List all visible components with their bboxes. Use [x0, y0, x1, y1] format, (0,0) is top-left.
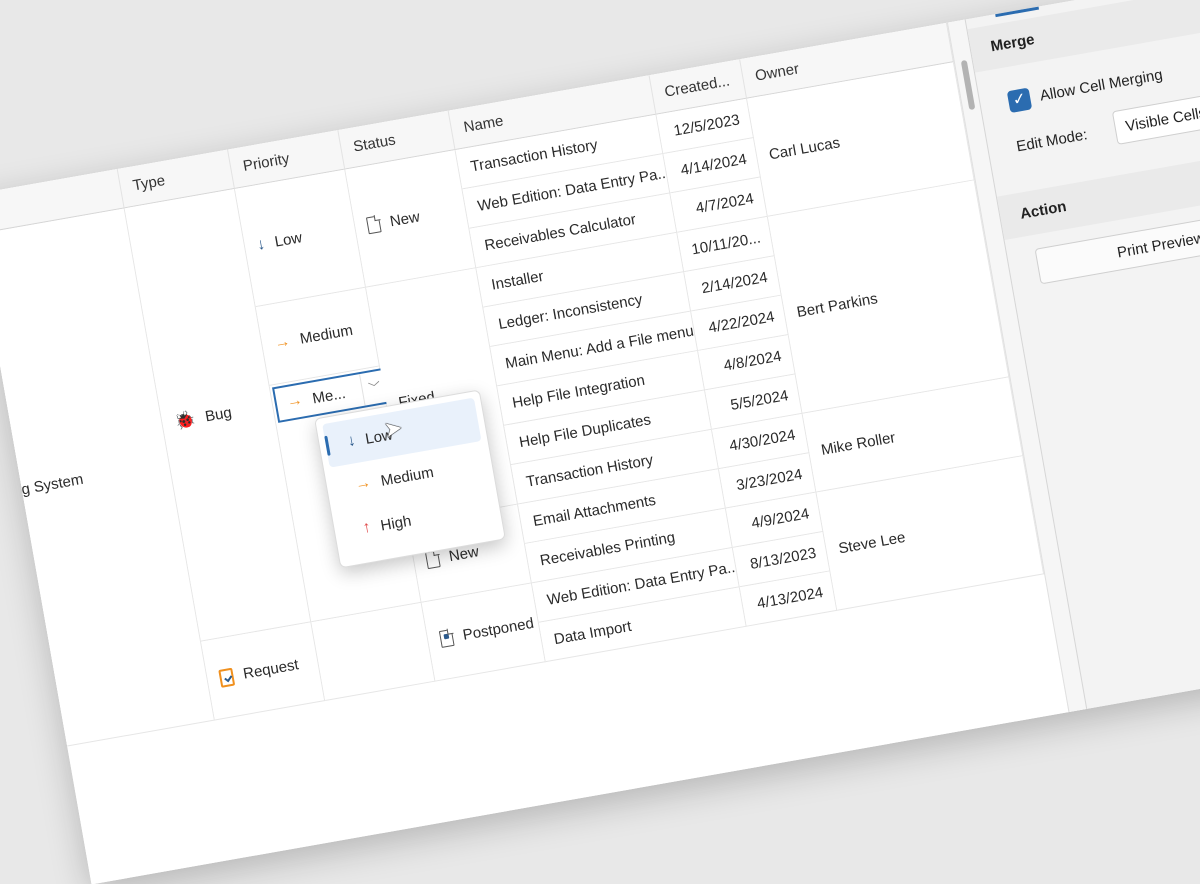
date-value: 4/13/2024 [755, 584, 825, 613]
status-label: New [388, 208, 422, 231]
arrow-down-icon: ↓ [255, 235, 267, 254]
arrow-right-icon: → [353, 473, 373, 494]
merge-group-title: Merge [967, 0, 1200, 73]
project-label: Enterprise Accounting System [0, 470, 85, 522]
arrow-down-icon: ↓ [346, 431, 357, 451]
postponed-document-icon [438, 628, 455, 648]
arrow-up-icon: ↑ [361, 518, 373, 537]
owner-value: Carl Lucas [767, 134, 842, 164]
date-value: 4/9/2024 [750, 505, 811, 533]
edit-mode-value: Visible Cells [1124, 103, 1200, 135]
type-label: Request [241, 656, 300, 683]
date-value: 4/22/2024 [707, 308, 776, 337]
date-value: 10/11/20... [690, 229, 762, 259]
arrow-right-icon: → [285, 391, 305, 412]
status-label: Postponed [461, 614, 536, 644]
date-value: 4/8/2024 [722, 347, 783, 375]
app-window: Type Priority Status Name Created... Own… [0, 0, 1200, 884]
dropdown-item-label: Medium [379, 463, 435, 490]
date-value: 4/30/2024 [727, 426, 797, 455]
date-value: 8/13/2023 [748, 544, 818, 573]
priority-label: Medium [298, 321, 355, 348]
type-label: Bug [203, 404, 234, 426]
owner-value: Steve Lee [837, 528, 907, 558]
name-value: Data Import [552, 617, 633, 649]
data-grid: Type Priority Status Name Created... Own… [0, 19, 1088, 884]
date-value: 3/23/2024 [734, 465, 804, 495]
allow-cell-merging-checkbox[interactable]: ✓ [1006, 87, 1033, 114]
priority-editor-value: Me... [311, 384, 347, 407]
edit-mode-select[interactable]: Visible Cells ⌄ [1111, 85, 1200, 145]
bug-icon: 🐞 [172, 408, 198, 432]
date-value: 12/5/2023 [672, 111, 742, 140]
mouse-cursor-icon: ➤ [381, 414, 405, 443]
arrow-right-icon: → [272, 332, 292, 352]
owner-value: Mike Roller [819, 429, 897, 459]
edit-mode-label: Edit Mode: [1015, 126, 1089, 156]
priority-label: Low [273, 229, 304, 251]
dropdown-item-label: High [379, 511, 413, 535]
status-cell-new[interactable]: New [345, 149, 477, 288]
active-tab-indicator [995, 6, 1040, 18]
date-value: 2/14/2024 [700, 268, 769, 298]
date-value: 5/5/2024 [729, 387, 790, 414]
owner-value: Bert Parkins [795, 290, 879, 322]
allow-cell-merging-label: Allow Cell Merging [1038, 66, 1164, 105]
document-icon [365, 215, 382, 235]
clipboard-check-icon [218, 667, 236, 688]
priority-dropdown: ↓ Low ➤ → Medium ↑ High [314, 389, 506, 569]
owner-cell-bert[interactable]: Bert Parkins [767, 180, 1010, 414]
date-value: 4/7/2024 [694, 190, 755, 218]
priority-cell-low[interactable]: ↓ Low [234, 169, 367, 308]
name-value: Installer [490, 267, 545, 294]
date-value: 4/14/2024 [679, 150, 749, 180]
